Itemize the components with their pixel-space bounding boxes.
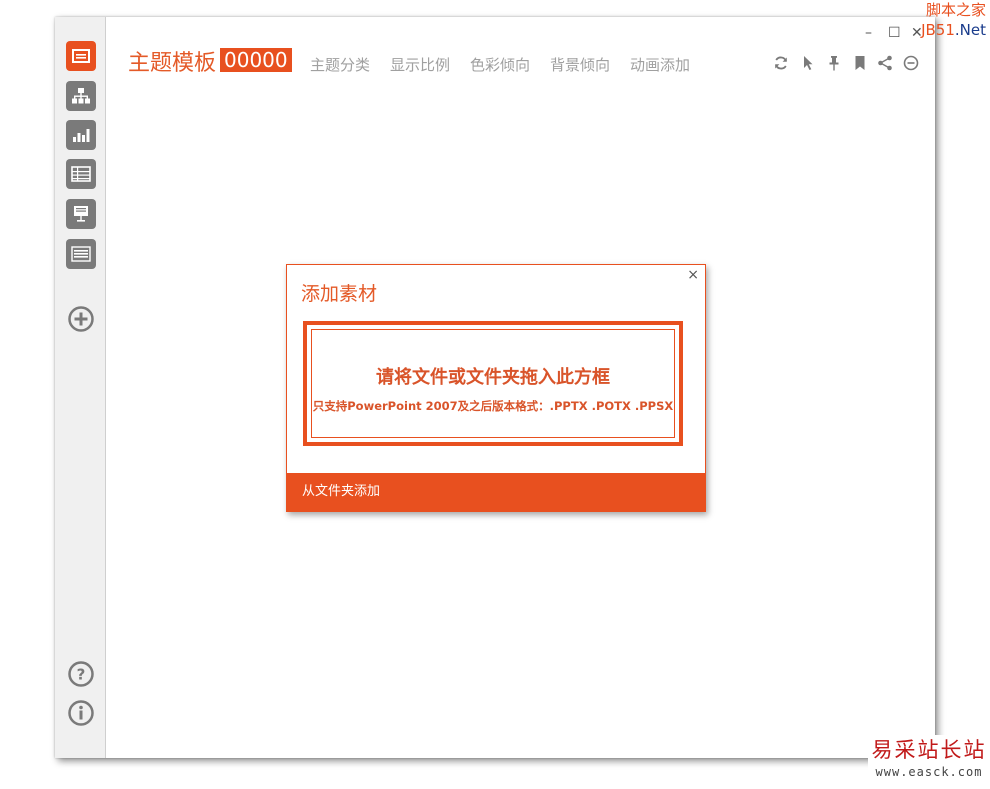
page-title: 主题模板 [128, 51, 217, 76]
template-code-badge: 00000 [220, 48, 292, 72]
svg-text:?: ? [77, 666, 86, 684]
file-drop-zone[interactable]: 请将文件或文件夹拖入此方框 只支持PowerPoint 2007及之后版本格式：… [303, 321, 683, 446]
refresh-icon[interactable] [773, 55, 789, 71]
add-material-dialog: 添加素材 × 请将文件或文件夹拖入此方框 只支持PowerPoint 2007及… [286, 264, 706, 512]
dialog-close-button[interactable]: × [687, 267, 699, 283]
add-circle-icon[interactable] [67, 305, 95, 333]
menu-item-background[interactable]: 背景倾向 [550, 54, 610, 75]
menu-item-ratio[interactable]: 显示比例 [390, 54, 450, 75]
keyboard-icon[interactable] [66, 239, 96, 269]
share-icon[interactable] [877, 55, 893, 71]
presentation-icon[interactable] [66, 199, 96, 229]
info-icon[interactable] [67, 699, 95, 727]
sidebar: ? [55, 17, 106, 758]
cursor-icon[interactable] [800, 55, 816, 71]
org-chart-icon[interactable] [66, 81, 96, 111]
watermark-jb51: 脚本之家 JB51.Net [921, 0, 986, 40]
menu-item-category[interactable]: 主题分类 [310, 54, 370, 75]
table-icon[interactable] [66, 159, 96, 189]
pin-icon[interactable] [826, 55, 842, 71]
drop-zone-format-note: 只支持PowerPoint 2007及之后版本格式：.PPTX .POTX .P… [312, 399, 674, 413]
watermark-easck-cn: 易采站长站 [871, 738, 987, 762]
watermark-jb51-en-a: JB51 [921, 21, 955, 39]
template-icon[interactable] [66, 41, 96, 71]
minus-circle-icon[interactable] [903, 55, 919, 71]
maximize-button[interactable]: ☐ [888, 25, 901, 41]
add-from-folder-button[interactable]: 从文件夹添加 [287, 473, 705, 511]
minimize-button[interactable]: – [865, 25, 872, 41]
watermark-jb51-cn: 脚本之家 [925, 1, 986, 19]
drop-zone-instruction: 请将文件或文件夹拖入此方框 [376, 367, 610, 388]
watermark-easck: 易采站长站 www.easck.com [868, 735, 990, 789]
watermark-jb51-en-b: .Net [954, 21, 986, 39]
help-icon[interactable]: ? [67, 660, 95, 688]
bar-chart-icon[interactable] [66, 120, 96, 150]
watermark-easck-url: www.easck.com [875, 765, 983, 779]
dialog-title: 添加素材 [301, 283, 378, 305]
menu-item-color[interactable]: 色彩倾向 [470, 54, 530, 75]
menu-item-animation[interactable]: 动画添加 [630, 54, 690, 75]
bookmark-icon[interactable] [852, 55, 868, 71]
